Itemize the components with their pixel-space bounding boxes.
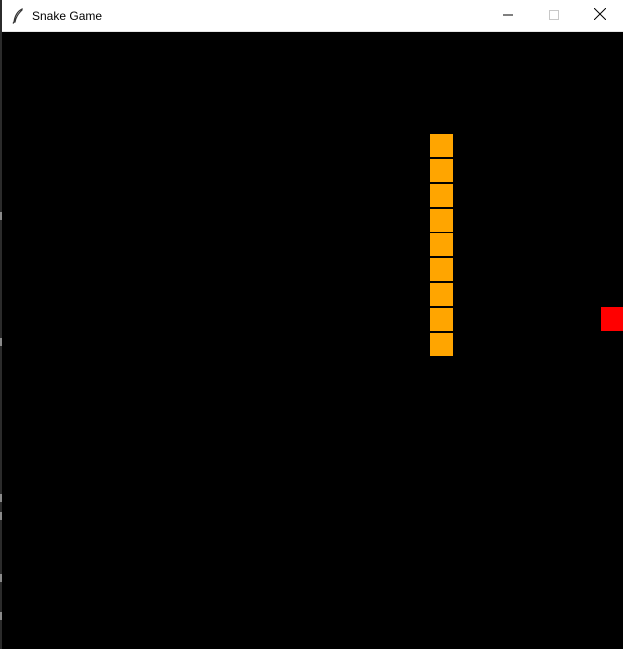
close-button[interactable] <box>577 0 623 32</box>
snake-segment <box>429 182 455 208</box>
snake-head <box>429 133 455 159</box>
snake-segment <box>429 257 455 283</box>
game-window: Snake Game <box>2 0 623 649</box>
snake-segment <box>429 282 455 307</box>
snake-segment <box>429 232 455 258</box>
snake-segment <box>429 306 455 332</box>
food <box>601 306 623 331</box>
maximize-icon <box>549 7 559 25</box>
close-icon <box>593 7 607 25</box>
feather-icon <box>12 7 24 24</box>
game-canvas[interactable] <box>2 33 623 649</box>
snake-segment <box>429 331 455 357</box>
window-title: Snake Game <box>32 8 103 23</box>
minimize-icon <box>503 7 513 25</box>
window-controls <box>485 0 623 32</box>
snake-segment <box>429 207 455 233</box>
snake-segment <box>429 158 455 183</box>
minimize-button[interactable] <box>485 0 531 32</box>
maximize-button[interactable] <box>531 0 577 32</box>
title-bar[interactable]: Snake Game <box>2 0 623 32</box>
